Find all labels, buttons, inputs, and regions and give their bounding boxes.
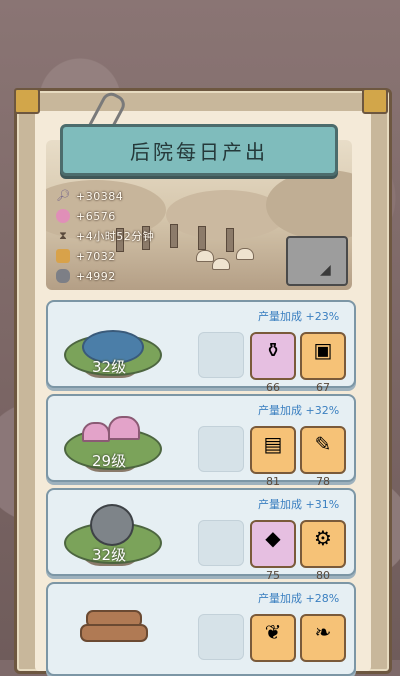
item-count: 81 — [266, 475, 280, 488]
item-slot[interactable]: ✎ 78 — [300, 426, 346, 488]
stat-row: +4992 — [56, 266, 154, 286]
item-count: 66 — [266, 381, 280, 394]
garden-card[interactable]: 32级 产量加成 +31% ◆ 75 ⚙ 80 — [46, 488, 356, 582]
stat-row: +7032 — [56, 246, 154, 266]
garden-card[interactable]: 29级 产量加成 +32% ▤ 81 ✎ 78 — [46, 394, 356, 488]
output-bonus: 产量加成 +23% — [258, 310, 340, 323]
item-slot[interactable]: ◆ 75 — [250, 520, 296, 582]
portrait-icon: ▣ — [313, 338, 333, 362]
output-bonus: 产量加成 +31% — [258, 498, 340, 511]
stat-value: +30384 — [76, 189, 124, 203]
level-label: 32级 — [92, 358, 127, 376]
stat-value: +4小时52分钟 — [76, 230, 155, 243]
framed-picture-icon: ▤ — [263, 432, 283, 456]
stat-value: +7032 — [76, 249, 116, 263]
stat-value: +6576 — [76, 209, 116, 223]
empty-slot — [198, 426, 244, 472]
panel-corner — [362, 88, 388, 114]
empty-slot — [198, 332, 244, 378]
daily-stats: 🔎︎ +30384 +6576 ⧗ +4小时52分钟 +7032 +4992 — [56, 186, 154, 286]
stat-row: 🔎︎ +30384 — [56, 186, 154, 206]
crystal-icon: ◆ — [265, 526, 281, 550]
branch-icon: ❦ — [264, 620, 282, 644]
magnifier-icon: 🔎︎ — [56, 189, 70, 202]
gray-stone-icon — [56, 269, 70, 283]
log-pile-island-icon — [64, 594, 158, 658]
chest-arrow-icon: ◢ — [320, 262, 331, 278]
item-count: 75 — [266, 569, 280, 582]
item-slot[interactable]: ❧ — [300, 614, 346, 662]
empty-slot — [198, 520, 244, 566]
item-count: 78 — [316, 475, 330, 488]
garden-card[interactable]: 产量加成 +28% ❦ ❧ — [46, 582, 356, 676]
stat-row: +6576 — [56, 206, 154, 226]
stone-jar-icon: ⚱ — [264, 338, 282, 362]
leaf-icon: ❧ — [314, 620, 332, 644]
output-bonus: 产量加成 +32% — [258, 404, 340, 417]
item-count: 80 — [316, 569, 330, 582]
hourglass-icon: ⧗ — [59, 229, 67, 242]
item-slot[interactable]: ❦ — [250, 614, 296, 662]
title-plate: 后院每日产出 — [60, 124, 338, 176]
stat-row: ⧗ +4小时52分钟 — [56, 226, 154, 246]
garden-card[interactable]: 32级 产量加成 +23% ⚱ 66 ▣ 67 — [46, 300, 356, 394]
stone-chest-icon — [286, 236, 348, 286]
item-slot[interactable]: ⚱ 66 — [250, 332, 296, 394]
item-slot[interactable]: ⚙ 80 — [300, 520, 346, 582]
scroll-icon: ✎ — [314, 432, 332, 456]
stat-value: +4992 — [76, 269, 116, 283]
page-title: 后院每日产出 — [130, 139, 268, 164]
level-label: 29级 — [92, 452, 127, 470]
panel-corner — [14, 88, 40, 114]
output-bonus: 产量加成 +28% — [258, 592, 340, 605]
level-label: 32级 — [92, 546, 127, 564]
empty-slot — [198, 614, 244, 660]
pink-gem-icon — [56, 209, 70, 223]
item-slot[interactable]: ▣ 67 — [300, 332, 346, 394]
cannon-icon: ⚙ — [314, 526, 332, 550]
item-count: 67 — [316, 381, 330, 394]
item-slot[interactable]: ▤ 81 — [250, 426, 296, 488]
gold-coin-icon — [56, 249, 70, 263]
